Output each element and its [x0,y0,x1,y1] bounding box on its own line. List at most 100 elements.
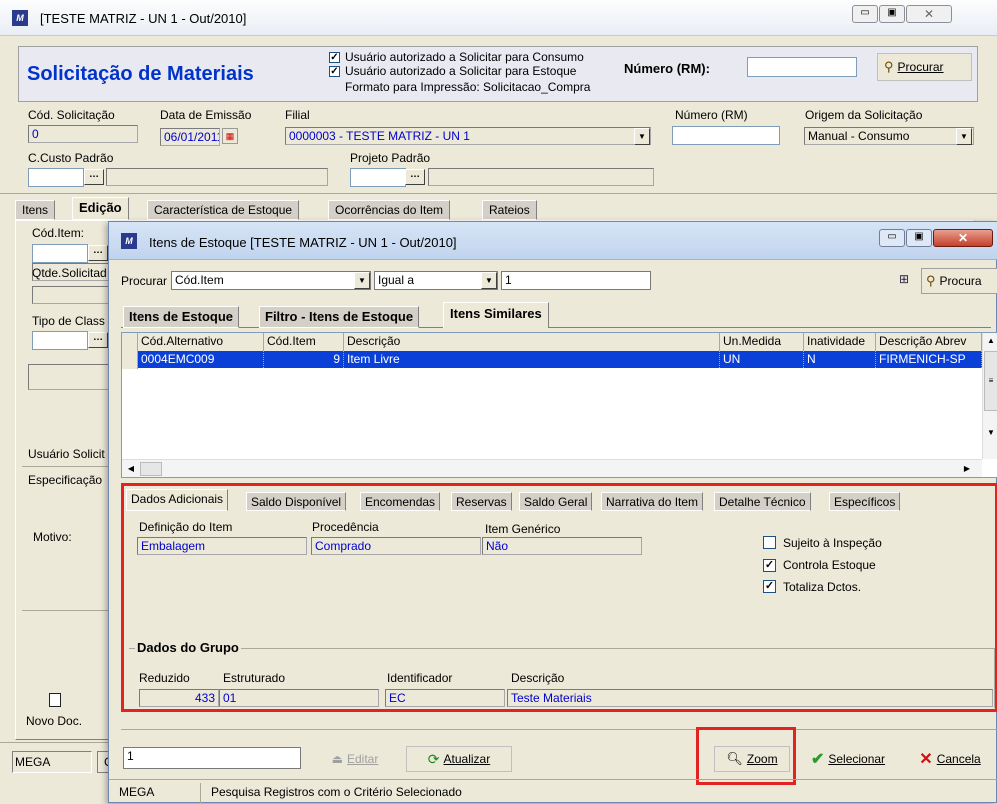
cell-desc-abrev[interactable]: FIRMENICH-SP [876,351,982,368]
tab-rateios[interactable]: Rateios [482,200,537,220]
cod-solicitacao-label: Cód. Solicitação [28,108,115,122]
ccusto-desc-field [106,168,328,186]
grid-header-descricao[interactable]: Descrição [344,333,720,351]
scroll-left-arrow[interactable]: ◀ [124,461,138,477]
ccusto-lookup-button[interactable]: … [84,169,104,185]
dialog-procura-label: Procura [939,274,982,288]
scroll-thumb[interactable]: ≡ [984,351,997,411]
dialog-procura-button[interactable]: ⚲ Procura [921,268,997,294]
chk-consumo[interactable]: ✓ [329,52,340,63]
grid-header-cod-item[interactable]: Cód.Item [264,333,344,351]
editar-label: Editar [346,752,379,766]
tab-itens-estoque[interactable]: Itens de Estoque [123,306,240,328]
dialog-title: Itens de Estoque [TESTE MATRIZ - UN 1 - … [149,235,457,250]
grid-hscrollbar[interactable]: ◀ ▶ [122,459,982,477]
valor-value: 1 [505,273,512,287]
filial-dropdown-arrow[interactable]: ▼ [634,128,650,145]
cod-item-label: Cód.Item: [32,226,85,240]
data-emissao-field[interactable]: 06/01/2011 [160,128,220,146]
chk-estoque[interactable]: ✓ [329,66,340,77]
tab-caracteristica[interactable]: Característica de Estoque [147,200,300,220]
procurar-campo-select[interactable]: Cód.Item [171,271,371,290]
grid-header-un-medida[interactable]: Un.Medida [720,333,804,351]
grid-header-inatividade[interactable]: Inatividade [804,333,876,351]
numero-rm2-label: Número (RM) [675,108,748,122]
tab-filtro[interactable]: Filtro - Itens de Estoque [259,306,420,328]
origem-value: Manual - Consumo [808,129,910,143]
projeto-input[interactable] [350,168,406,187]
tipo-class-label: Tipo de Class [32,314,105,328]
scroll-up-arrow[interactable]: ▲ [983,333,997,349]
filter-icon[interactable]: ⊞ [899,272,915,288]
tab-rateios-label: Rateios [489,203,530,217]
tab-edicao[interactable]: Edição [72,197,129,220]
cell-inatividade[interactable]: N [804,351,876,368]
scroll-down-arrow[interactable]: ▼ [983,425,997,441]
numero-rm-input[interactable] [747,57,857,77]
procurar-campo-arrow[interactable]: ▼ [354,272,370,289]
cancela-button[interactable]: ✕ Cancela [905,746,995,772]
cod-item-lookup-button[interactable]: … [88,245,108,261]
dialog-window: M Itens de Estoque [TESTE MATRIZ - UN 1 … [108,221,997,803]
cell-descricao[interactable]: Item Livre [344,351,720,368]
calendar-icon[interactable]: ▦ [222,128,238,144]
especificacao-label: Especificação [28,473,103,487]
tab-itens-similares[interactable]: Itens Similares [443,302,549,328]
bottom-divider [121,729,997,730]
numero-rm-label: Número (RM): [624,61,710,76]
dialog-logo-icon: M [121,233,137,249]
filial-value: 0000003 - TESTE MATRIZ - UN 1 [289,129,470,143]
grid-vscrollbar[interactable]: ▲ ≡ ▼ [982,333,997,459]
scroll-right-arrow[interactable]: ▶ [960,461,974,477]
dialog-procurar-label: Procurar [121,274,168,288]
bottom-value-input[interactable]: 1 [123,747,301,769]
cod-item-input[interactable] [32,244,88,263]
origem-select[interactable]: Manual - Consumo [804,127,974,145]
close-button[interactable]: ✕ [906,5,952,23]
motivo-divider [22,610,112,611]
operador-arrow[interactable]: ▼ [481,272,497,289]
procurar-button[interactable]: ⚲ Procurar [877,53,972,81]
tipo-class-lookup-button[interactable]: … [88,332,108,348]
qtde-field [32,286,112,304]
maximize-button[interactable]: ▣ [879,5,905,23]
cell-cod-alt[interactable]: 0004EMC009 [138,351,264,368]
projeto-lookup-button[interactable]: … [405,169,425,185]
hscroll-thumb[interactable] [140,462,162,476]
minimize-button[interactable]: ▭ [852,5,878,23]
items-grid[interactable]: Cód.Alternativo Cód.Item Descrição Un.Me… [121,332,997,478]
new-doc-icon[interactable] [49,693,61,707]
dialog-maximize-button[interactable]: ▣ [906,229,932,247]
main-bottom-strip [0,782,118,803]
dialog-status-mega: MEGA [115,783,201,803]
selecionar-button[interactable]: ✔ Selecionar [799,746,897,772]
origem-dropdown-arrow[interactable]: ▼ [956,128,972,145]
filial-select[interactable]: 0000003 - TESTE MATRIZ - UN 1 [285,127,651,145]
main-status-bar: MEGA C [0,742,118,774]
cell-cod-item[interactable]: 9 [264,351,344,368]
tab-itens-label: Itens [22,203,49,217]
projeto-desc-field [428,168,654,186]
dialog-title-bar: M Itens de Estoque [TESTE MATRIZ - UN 1 … [109,222,997,260]
editar-button[interactable]: ⏏ Editar [305,746,405,772]
tab-itens[interactable]: Itens [15,200,56,220]
selecionar-label: Selecionar [828,752,886,766]
operador-select[interactable]: Igual a [374,271,498,290]
numero-rm2-input[interactable] [672,126,780,145]
main-status-mega: MEGA [12,751,92,773]
filial-label: Filial [285,108,310,122]
valor-input[interactable]: 1 [501,271,651,290]
atualizar-button[interactable]: ⟳ Atualizar [406,746,512,772]
cell-un-medida[interactable]: UN [720,351,804,368]
novo-doc-label[interactable]: Novo Doc. [26,714,82,728]
bottom-value: 1 [127,749,134,763]
tipo-class-input[interactable] [32,331,88,350]
ccusto-input[interactable] [28,168,84,187]
grid-header-desc-abrev[interactable]: Descrição Abrev [876,333,982,351]
grid-header-cod-alt[interactable]: Cód.Alternativo [138,333,264,351]
dialog-close-button[interactable]: ✕ [933,229,993,247]
highlight-frame-details [121,483,997,712]
dialog-minimize-button[interactable]: ▭ [879,229,905,247]
tab-ocorrencias[interactable]: Ocorrências do Item [328,200,451,220]
table-row[interactable]: 0004EMC009 9 Item Livre UN N FIRMENICH-S… [138,351,982,368]
